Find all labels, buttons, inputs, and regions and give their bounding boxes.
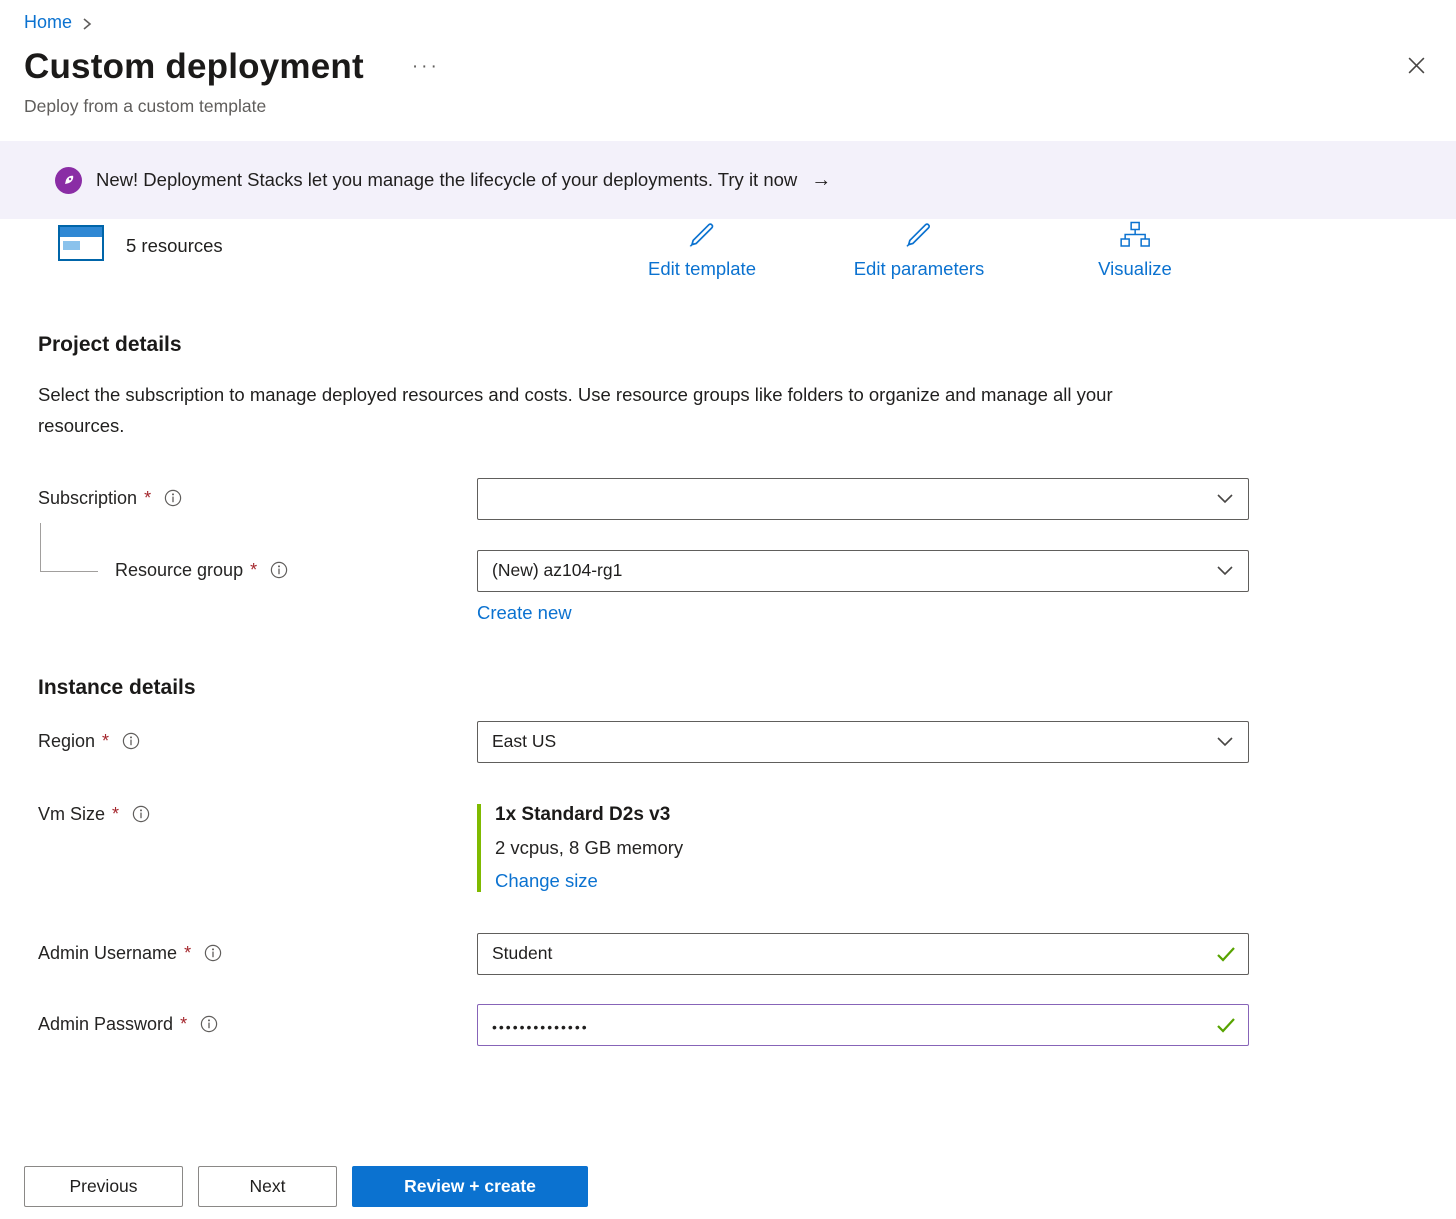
pencil-icon xyxy=(687,221,717,253)
resource-group-dropdown[interactable]: (New) az104-rg1 xyxy=(477,550,1249,592)
region-label-group: Region * xyxy=(38,721,477,752)
admin-username-input[interactable] xyxy=(477,933,1249,975)
resource-group-label: Resource group xyxy=(115,560,243,581)
chevron-down-icon xyxy=(1216,564,1234,577)
resource-group-value: (New) az104-rg1 xyxy=(492,560,622,581)
breadcrumb-home-link[interactable]: Home xyxy=(24,12,72,33)
admin-password-row: Admin Password * xyxy=(38,1004,1432,1046)
banner-message: New! Deployment Stacks let you manage th… xyxy=(96,169,797,191)
region-label: Region xyxy=(38,731,95,752)
project-details-description: Select the subscription to manage deploy… xyxy=(38,379,1186,442)
more-options-button[interactable]: ··· xyxy=(412,56,440,78)
edit-template-label: Edit template xyxy=(648,258,756,280)
required-asterisk: * xyxy=(112,804,119,825)
template-toolbar: 5 resources Edit template Edit parameter… xyxy=(0,221,1456,289)
rocket-icon xyxy=(55,167,82,194)
resource-group-label-group: Resource group * xyxy=(38,550,477,581)
admin-password-input[interactable] xyxy=(477,1004,1249,1046)
admin-username-label-group: Admin Username * xyxy=(38,933,477,964)
vm-size-value: 1x Standard D2s v3 xyxy=(495,804,1249,826)
vm-size-summary: 1x Standard D2s v3 2 vcpus, 8 GB memory … xyxy=(477,804,1249,892)
vm-size-label: Vm Size xyxy=(38,804,105,825)
edit-parameters-button[interactable]: Edit parameters xyxy=(854,221,985,280)
region-row: Region * East US xyxy=(38,721,1432,763)
resources-count: 5 resources xyxy=(126,235,223,257)
breadcrumb: Home xyxy=(0,0,1456,33)
review-create-button[interactable]: Review + create xyxy=(352,1166,588,1207)
create-new-link[interactable]: Create new xyxy=(477,602,572,624)
page-title: Custom deployment xyxy=(24,47,364,87)
close-icon[interactable] xyxy=(1403,52,1430,82)
page-header: Custom deployment ··· xyxy=(0,47,1456,87)
previous-button[interactable]: Previous xyxy=(24,1166,183,1207)
admin-username-info-icon[interactable] xyxy=(204,944,222,962)
custom-deployment-page: Home Custom deployment ··· Deploy from a… xyxy=(0,0,1456,1046)
subscription-row: Subscription * xyxy=(38,478,1432,520)
edit-parameters-label: Edit parameters xyxy=(854,258,985,280)
chevron-down-icon xyxy=(1216,735,1234,748)
admin-password-info-icon[interactable] xyxy=(200,1015,218,1033)
checkmark-icon xyxy=(1216,1017,1236,1033)
next-button[interactable]: Next xyxy=(198,1166,337,1207)
vm-size-info-icon[interactable] xyxy=(132,805,150,823)
region-info-icon[interactable] xyxy=(122,732,140,750)
subscription-dropdown[interactable] xyxy=(477,478,1249,520)
region-dropdown[interactable]: East US xyxy=(477,721,1249,763)
required-asterisk: * xyxy=(250,560,257,581)
edit-template-button[interactable]: Edit template xyxy=(648,221,756,280)
required-asterisk: * xyxy=(180,1014,187,1035)
template-resources: 5 resources xyxy=(58,225,223,266)
chevron-right-icon xyxy=(81,15,93,31)
subscription-label: Subscription xyxy=(38,488,137,509)
vm-size-row: Vm Size * 1x Standard D2s v3 2 vcpus, 8 … xyxy=(38,804,1432,892)
subscription-info-icon[interactable] xyxy=(164,489,182,507)
tree-connector-line xyxy=(40,523,98,572)
visualize-button[interactable]: Visualize xyxy=(1098,221,1172,280)
sitemap-icon xyxy=(1119,221,1151,253)
required-asterisk: * xyxy=(184,943,191,964)
required-asterisk: * xyxy=(144,488,151,509)
admin-username-label: Admin Username xyxy=(38,943,177,964)
region-value: East US xyxy=(492,731,556,752)
vm-size-label-group: Vm Size * xyxy=(38,804,477,825)
chevron-down-icon xyxy=(1216,492,1234,505)
subscription-label-group: Subscription * xyxy=(38,478,477,509)
admin-password-label: Admin Password xyxy=(38,1014,173,1035)
required-asterisk: * xyxy=(102,731,109,752)
visualize-label: Visualize xyxy=(1098,258,1172,280)
vm-size-specs: 2 vcpus, 8 GB memory xyxy=(495,837,1249,859)
instance-details-heading: Instance details xyxy=(38,676,1432,700)
deployment-stacks-banner[interactable]: New! Deployment Stacks let you manage th… xyxy=(0,141,1456,219)
page-subtitle: Deploy from a custom template xyxy=(0,96,1456,117)
wizard-footer: Previous Next Review + create xyxy=(24,1166,588,1207)
admin-username-row: Admin Username * xyxy=(38,933,1432,975)
admin-password-label-group: Admin Password * xyxy=(38,1004,477,1035)
project-details-heading: Project details xyxy=(38,333,1432,357)
change-size-link[interactable]: Change size xyxy=(495,870,598,892)
resource-group-info-icon[interactable] xyxy=(270,561,288,579)
form-content: Project details Select the subscription … xyxy=(0,333,1456,1046)
checkmark-icon xyxy=(1216,946,1236,962)
template-icon xyxy=(58,225,104,266)
pencil-icon xyxy=(904,221,934,253)
resource-group-row: Resource group * (New) az104-rg1 Create … xyxy=(38,550,1432,624)
arrow-right-icon[interactable]: → xyxy=(811,169,831,192)
